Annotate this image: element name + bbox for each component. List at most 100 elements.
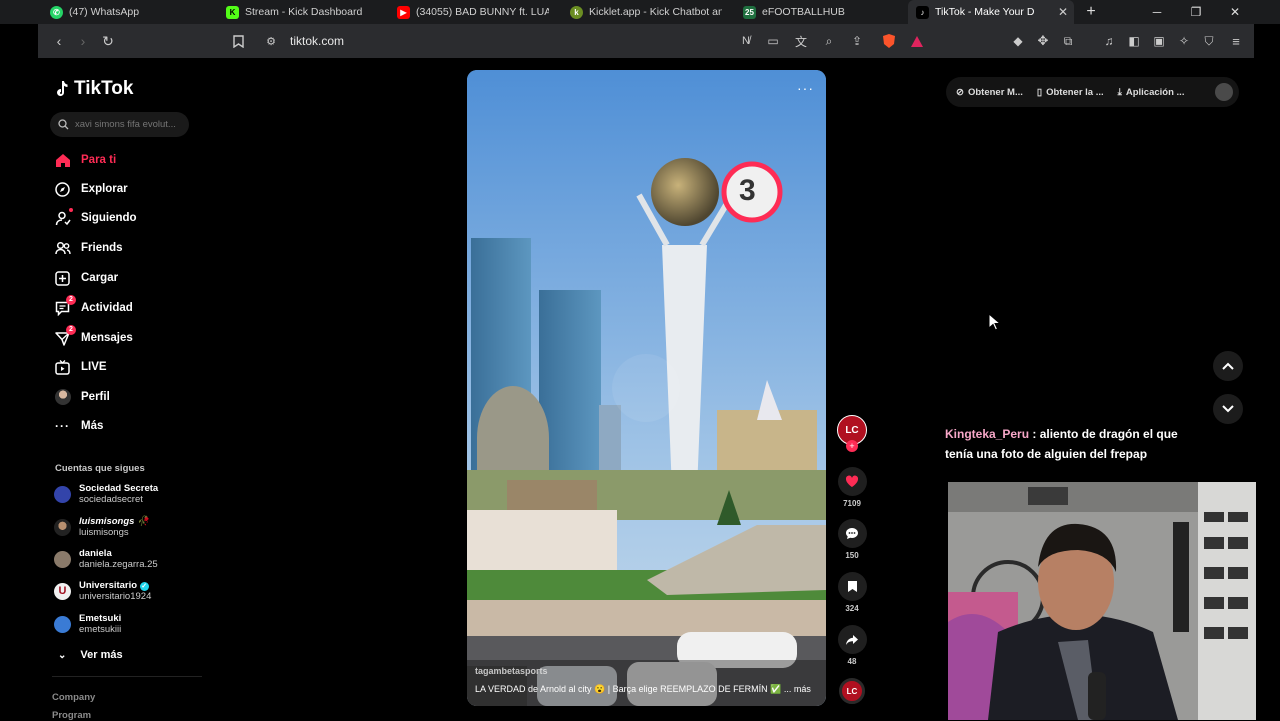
- screenshot-icon[interactable]: ⧉: [1059, 32, 1077, 50]
- tab-whatsapp[interactable]: ✆ (47) WhatsApp: [50, 0, 210, 24]
- browser-tab-strip: ✆ (47) WhatsApp K Stream - Kick Dashboar…: [0, 0, 1280, 24]
- nav-siguiendo[interactable]: Siguiendo: [54, 207, 137, 229]
- nav-para-ti[interactable]: Para ti: [54, 149, 116, 171]
- verified-icon: ✓: [139, 582, 149, 591]
- brave-shield-icon[interactable]: [880, 32, 898, 50]
- tab-kick-dashboard[interactable]: K Stream - Kick Dashboard: [226, 0, 381, 24]
- no-tracking-icon[interactable]: N̸: [737, 32, 755, 50]
- music-icon[interactable]: ♫: [1100, 32, 1118, 50]
- save-count: 324: [845, 604, 859, 613]
- search-input[interactable]: [75, 119, 185, 130]
- like-button[interactable]: 7109: [834, 467, 870, 508]
- comment-button[interactable]: 150: [834, 519, 870, 560]
- back-button[interactable]: ‹: [50, 32, 68, 50]
- vpn-icon[interactable]: ⛉: [1200, 32, 1218, 50]
- music-disc-icon: LC: [839, 678, 865, 704]
- wallet-icon[interactable]: ▣: [1150, 32, 1168, 50]
- nav-mas[interactable]: ··· Más: [54, 415, 103, 437]
- share-page-icon[interactable]: ⇪: [848, 32, 866, 50]
- user-avatar[interactable]: [1215, 83, 1233, 101]
- previous-video-button[interactable]: [1213, 351, 1243, 381]
- search-box[interactable]: [50, 112, 189, 137]
- nav-friends[interactable]: Friends: [54, 237, 123, 259]
- more-options-icon[interactable]: ···: [797, 80, 814, 96]
- get-coins-button[interactable]: ⊘ Obtener M...: [956, 87, 1023, 98]
- tab-efootballhub[interactable]: 25 eFOOTBALLHUB: [743, 0, 893, 24]
- get-app-button[interactable]: ▯ Obtener la ...: [1037, 87, 1104, 98]
- compass-icon: [54, 181, 71, 198]
- close-window-button[interactable]: ✕: [1216, 0, 1254, 24]
- nav-label: Actividad: [81, 302, 133, 314]
- account-avatar: [54, 518, 71, 536]
- tab-youtube[interactable]: ▶ (34055) BAD BUNNY ft. LUAR: [397, 0, 549, 24]
- nav-actividad[interactable]: 2 Actividad: [54, 294, 133, 319]
- brave-rewards-icon[interactable]: [908, 32, 926, 50]
- menu-icon[interactable]: ≡: [1227, 32, 1245, 50]
- chevron-up-icon: [1222, 362, 1234, 370]
- divider: [52, 676, 202, 677]
- nav-cargar[interactable]: Cargar: [54, 267, 118, 289]
- leo-ai-icon[interactable]: ✧: [1175, 32, 1193, 50]
- next-video-button[interactable]: [1213, 394, 1243, 424]
- nav-live[interactable]: LIVE: [54, 356, 107, 378]
- video-username[interactable]: tagambetasports: [475, 666, 548, 676]
- reload-button[interactable]: ↻: [99, 32, 117, 50]
- url-field[interactable]: tiktok.com: [290, 34, 344, 48]
- footer-link-program[interactable]: Program: [52, 710, 91, 721]
- notification-badge: 2: [66, 324, 76, 335]
- following-icon: [54, 207, 73, 227]
- left-margin: [0, 58, 38, 720]
- forward-button[interactable]: ›: [74, 32, 92, 50]
- tiktok-note-icon: [57, 80, 68, 96]
- get-app-label: Obtener la ...: [1046, 86, 1104, 98]
- home-icon: [54, 152, 71, 169]
- save-button[interactable]: 324: [834, 572, 870, 613]
- extensions-icon[interactable]: ✥: [1034, 32, 1052, 50]
- share-button[interactable]: 48: [834, 625, 870, 666]
- video-description[interactable]: LA VERDAD de Arnold al city 😮 | Barça el…: [475, 684, 815, 695]
- account-name: Universitario ✓: [79, 580, 151, 591]
- translate-icon[interactable]: 文: [792, 32, 810, 50]
- chevron-down-icon: ⌄: [58, 649, 67, 661]
- friends-icon: [54, 240, 71, 257]
- diamond-icon[interactable]: ◆: [1009, 32, 1027, 50]
- nav-perfil[interactable]: Perfil: [54, 386, 110, 408]
- live-icon: [54, 359, 71, 376]
- cast-icon[interactable]: ▭: [764, 32, 782, 50]
- tab-tiktok[interactable]: ♪ TikTok - Make Your D ✕: [908, 0, 1074, 24]
- nav-mensajes[interactable]: 2 Mensajes: [54, 324, 133, 349]
- download-icon: ⤓: [1117, 86, 1122, 98]
- new-tab-button[interactable]: +: [1072, 0, 1110, 24]
- following-account[interactable]: daniela daniela.zegarra.25: [54, 548, 158, 570]
- zoom-icon[interactable]: ⌕: [820, 32, 838, 50]
- following-account[interactable]: luismisongs 🥀 luismisongs: [54, 516, 149, 538]
- video-player[interactable]: 3 ··· tagambetasports LA VERDAD de Arnol…: [467, 70, 826, 706]
- account-name: Emetsuki: [79, 613, 122, 624]
- following-account[interactable]: U Universitario ✓ universitario1924: [54, 580, 151, 602]
- heart-icon: [837, 467, 867, 496]
- maximize-button[interactable]: ❐: [1177, 0, 1215, 24]
- following-account[interactable]: Sociedad Secreta sociedadsecret: [54, 483, 158, 505]
- bookmark-icon[interactable]: [229, 32, 247, 50]
- nav-explorar[interactable]: Explorar: [54, 178, 128, 200]
- like-count: 7109: [843, 499, 861, 508]
- nav-label: Friends: [81, 242, 123, 254]
- account-name: luismisongs 🥀: [79, 516, 149, 527]
- nav-label: Siguiendo: [81, 212, 137, 224]
- site-info-icon[interactable]: ⚙: [262, 32, 280, 50]
- footer-link-company[interactable]: Company: [52, 692, 95, 703]
- sidebar-toggle-icon[interactable]: ◧: [1125, 32, 1143, 50]
- tiktok-logo[interactable]: TikTok: [54, 78, 133, 100]
- tab-kicklet[interactable]: k Kicklet.app - Kick Chatbot an: [570, 0, 722, 24]
- follow-plus-icon[interactable]: +: [846, 440, 858, 452]
- desktop-app-button[interactable]: ⤓ Aplicación ...: [1118, 87, 1185, 98]
- tab-title: (47) WhatsApp: [69, 6, 140, 18]
- following-account[interactable]: Emetsuki emetsukiii: [54, 613, 121, 635]
- account-name-text: Universitario: [79, 580, 138, 591]
- desktop-app-label: Aplicación ...: [1125, 86, 1185, 98]
- minimize-button[interactable]: ─: [1138, 0, 1176, 24]
- creator-avatar-button[interactable]: LC +: [834, 415, 870, 452]
- see-more-button[interactable]: ⌄ Ver más: [58, 649, 123, 661]
- music-disc-button[interactable]: LC: [834, 678, 870, 704]
- chevron-down-icon: [1222, 405, 1234, 413]
